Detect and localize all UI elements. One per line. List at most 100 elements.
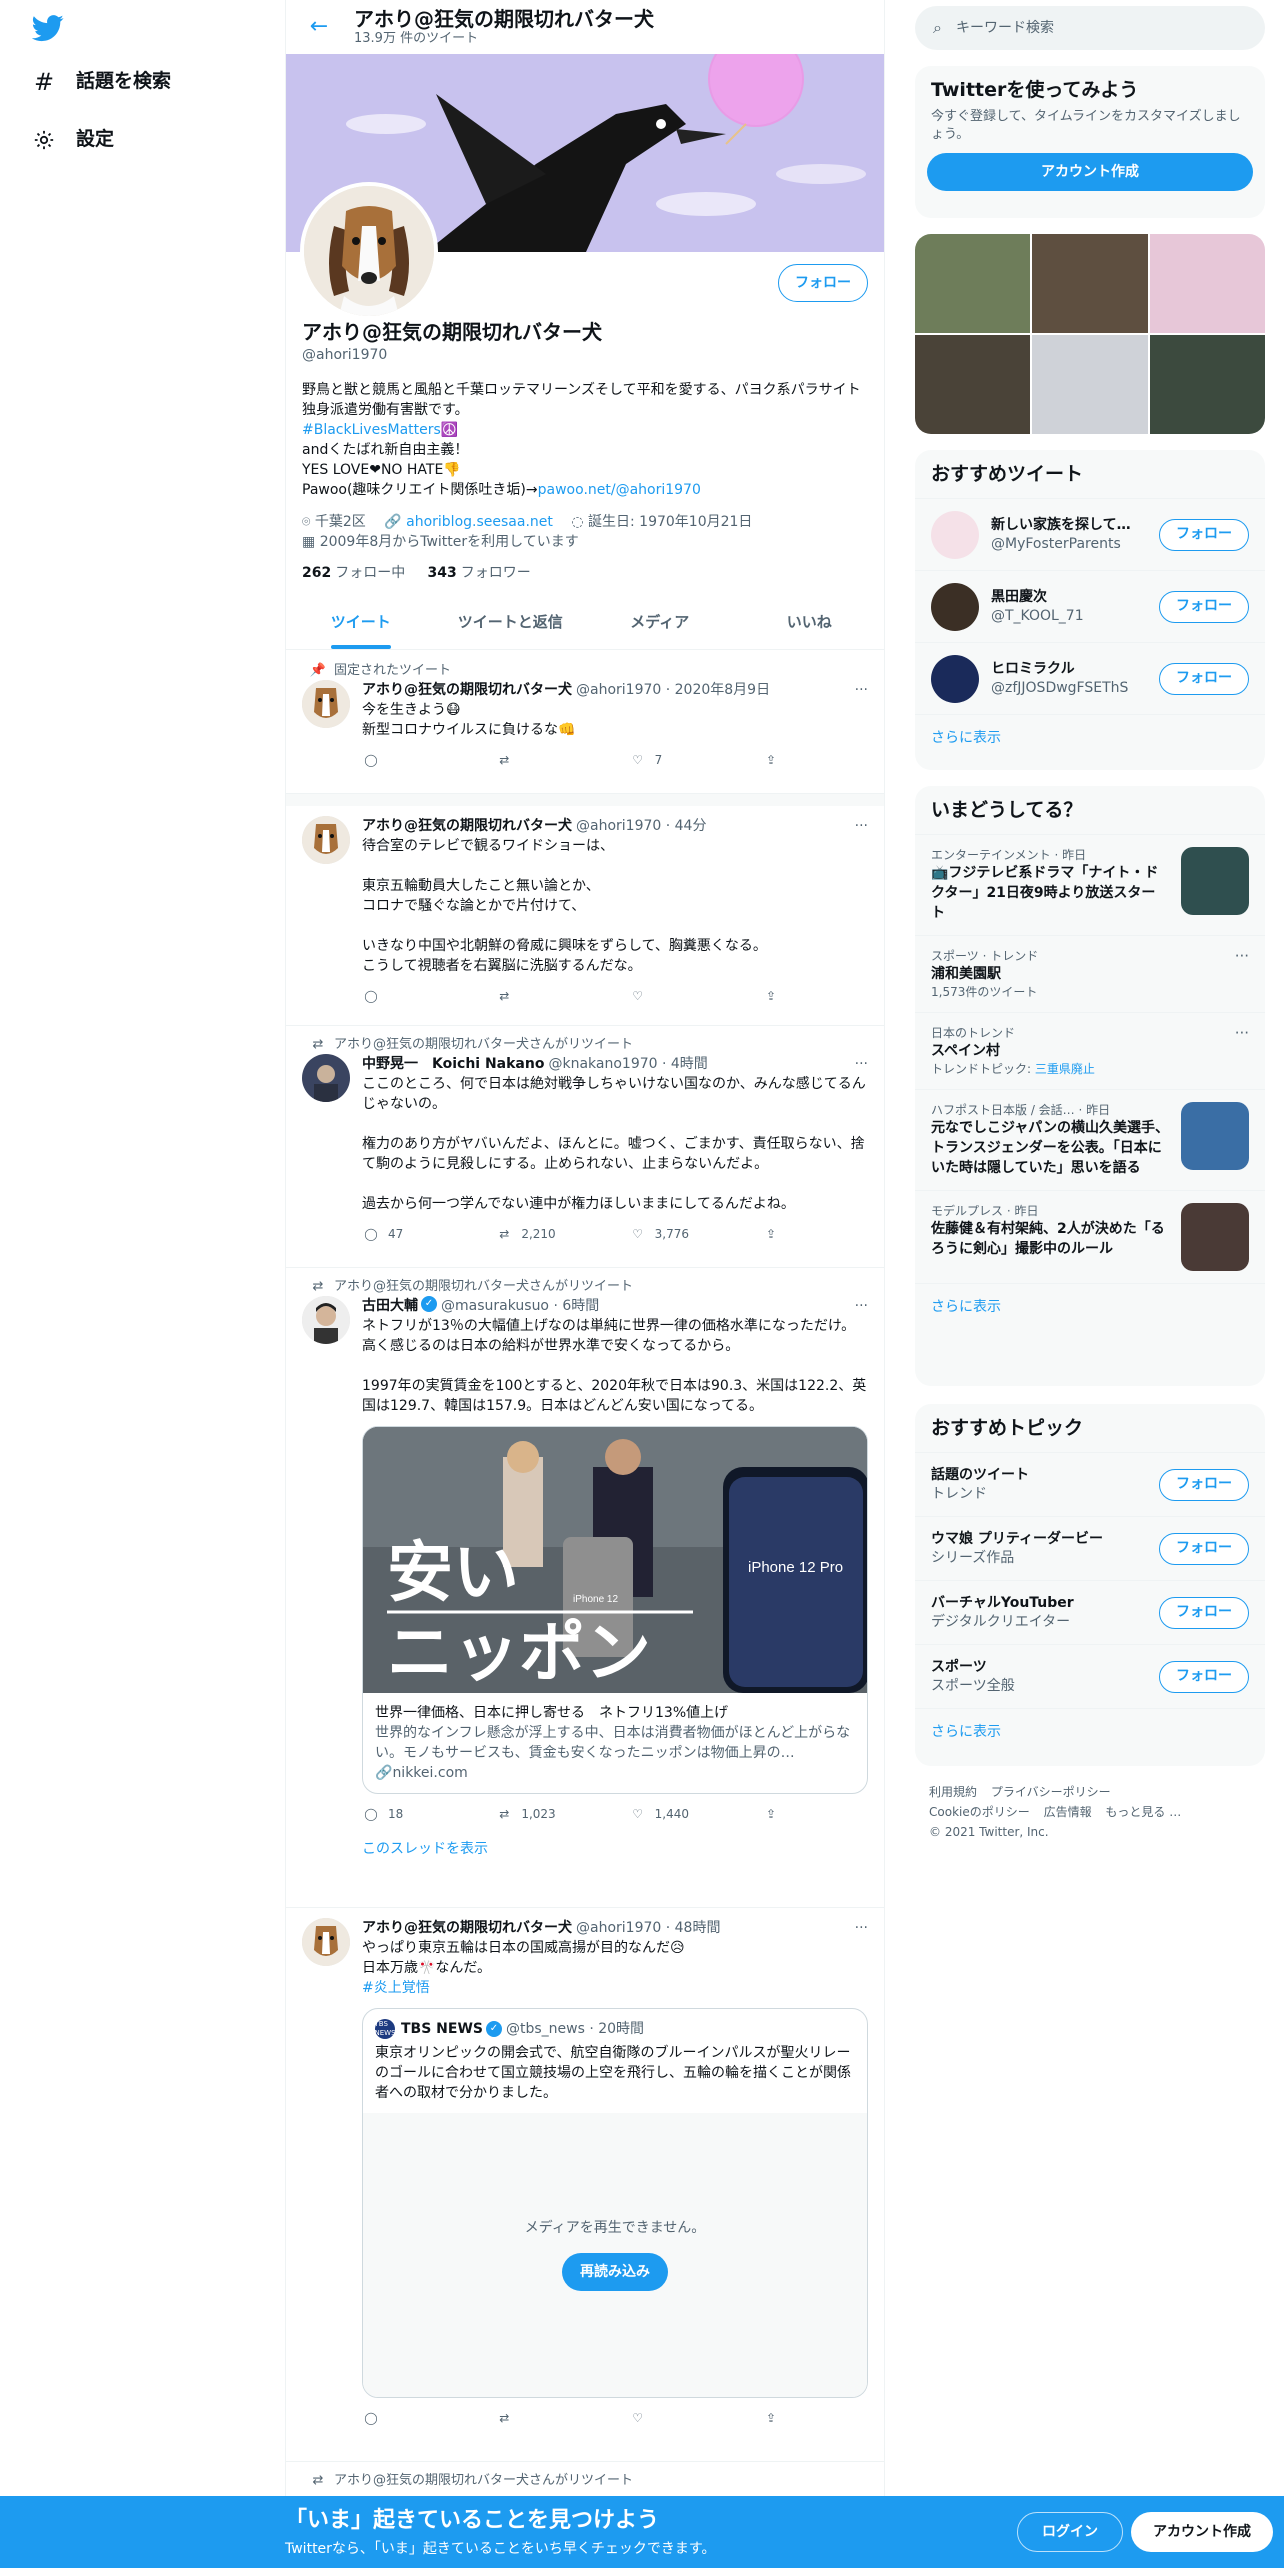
profile-website-link[interactable]: ahoriblog.seesaa.net bbox=[406, 514, 553, 530]
recommended-account[interactable]: 新しい家族を探して… @MyFosterParents フォロー bbox=[915, 498, 1265, 570]
tweet-meta[interactable]: @masurakusuo · 6時間 bbox=[441, 1296, 599, 1316]
nav-settings[interactable]: 設定 bbox=[32, 120, 114, 160]
tweet-retweeted[interactable]: ⇄ アホり@狂気の期限切れバター犬さんがリツイート 中野晃一 Koichi Nak… bbox=[286, 1026, 884, 1268]
tweet[interactable]: アホり@狂気の期限切れバター犬 @ahori1970 · 44分 ··· 待合室のテ… bbox=[286, 806, 884, 1026]
search-box[interactable]: ⌕ キーワード検索 bbox=[915, 6, 1265, 50]
follow-button[interactable]: フォロー bbox=[1159, 1596, 1249, 1629]
like-button[interactable]: ♡ 7 bbox=[629, 751, 729, 769]
signup-button[interactable]: アカウント作成 bbox=[927, 153, 1253, 192]
tweet-author-name[interactable]: 中野晃一 Koichi Nakano bbox=[362, 1054, 544, 1074]
follow-button[interactable]: フォロー bbox=[1159, 590, 1249, 623]
follow-button[interactable]: フォロー bbox=[1159, 1532, 1249, 1565]
follow-button[interactable]: フォロー bbox=[1159, 1660, 1249, 1693]
recommended-account[interactable]: 黒田慶次 @T_KOOL_71 フォロー bbox=[915, 570, 1265, 642]
tab-tweets-replies[interactable]: ツイートと返信 bbox=[436, 596, 586, 649]
show-more-link[interactable]: さらに表示 bbox=[915, 714, 1265, 762]
reply-button[interactable]: ◯ 18 bbox=[362, 1805, 462, 1823]
trend-topic-link[interactable]: 三重県廃止 bbox=[1035, 1062, 1095, 1076]
following-link[interactable]: 262 フォロー中 bbox=[302, 565, 405, 581]
profile-follow-button[interactable]: フォロー bbox=[778, 264, 868, 302]
tweet-author-name[interactable]: 古田大輔 bbox=[362, 1296, 418, 1316]
trend-item[interactable]: 日本のトレンド スペイン村 トレンドトピック: 三重県廃止 ··· bbox=[915, 1012, 1265, 1089]
retweet-button[interactable]: ⇄ bbox=[495, 2409, 595, 2427]
more-icon[interactable]: ··· bbox=[855, 680, 868, 700]
tweet-avatar[interactable] bbox=[302, 1296, 350, 1344]
followers-link[interactable]: 343 フォロワー bbox=[428, 565, 531, 581]
nav-explore[interactable]: # 話題を検索 bbox=[32, 62, 171, 102]
media-thumb[interactable] bbox=[1149, 234, 1265, 333]
footer-cookie-link[interactable]: Cookieのポリシー bbox=[929, 1805, 1030, 1819]
tweet-hashtag[interactable]: #炎上覚悟 bbox=[362, 1978, 868, 1998]
reply-button[interactable]: ◯ bbox=[362, 2409, 462, 2427]
share-button[interactable]: ⇪ bbox=[762, 2409, 792, 2427]
tweet-avatar[interactable] bbox=[302, 1918, 350, 1966]
trend-item[interactable]: エンターテインメント · 昨日 📺フジテレビ系ドラマ「ナイト・ドクター」21日夜9… bbox=[915, 834, 1265, 935]
trend-item[interactable]: モデルプレス · 昨日 佐藤健＆有村架純、2人が決めた「るろうに剣心」撮影中のルー… bbox=[915, 1190, 1265, 1283]
tweet-avatar[interactable] bbox=[302, 816, 350, 864]
recommended-account[interactable]: ヒロミラクル @zfJJOSDwgFSEThS フォロー bbox=[915, 642, 1265, 714]
follow-button[interactable]: フォロー bbox=[1159, 518, 1249, 551]
like-button[interactable]: ♡ 1,440 bbox=[629, 1805, 729, 1823]
reply-button[interactable]: ◯ bbox=[362, 751, 462, 769]
share-button[interactable]: ⇪ bbox=[762, 1805, 792, 1823]
show-more-link[interactable]: さらに表示 bbox=[915, 1708, 1265, 1756]
bio-hashtag[interactable]: #BlackLivesMatters☮️ bbox=[302, 420, 868, 440]
profile-avatar[interactable] bbox=[300, 182, 438, 320]
topic-item[interactable]: バーチャルYouTuber デジタルクリエイター フォロー bbox=[915, 1580, 1265, 1644]
footer-terms-link[interactable]: 利用規約 bbox=[929, 1785, 977, 1799]
share-button[interactable]: ⇪ bbox=[762, 751, 792, 769]
footer-more-link[interactable]: もっと見る … bbox=[1105, 1805, 1181, 1819]
retweet-button[interactable]: ⇄ bbox=[495, 751, 595, 769]
tweet-pinned[interactable]: 📌 固定されたツイート アホり@狂気の期限切れバター犬 @ahori1970 · 2… bbox=[286, 652, 884, 794]
retweet-button[interactable]: ⇄ 1,023 bbox=[495, 1805, 595, 1823]
tweet-meta[interactable]: @knakano1970 · 4時間 bbox=[548, 1054, 707, 1074]
like-button[interactable]: ♡ 3,776 bbox=[629, 1225, 729, 1243]
retweet-button[interactable]: ⇄ 2,210 bbox=[495, 1225, 595, 1243]
quote-tweet[interactable]: TBS NEWS TBS NEWS ✓ @tbs_news · 20時間 東京オ… bbox=[362, 2008, 868, 2398]
follow-button[interactable]: フォロー bbox=[1159, 662, 1249, 695]
more-icon[interactable]: ··· bbox=[855, 1296, 868, 1316]
follow-button[interactable]: フォロー bbox=[1159, 1468, 1249, 1501]
tweet-author-name[interactable]: アホり@狂気の期限切れバター犬 bbox=[362, 680, 572, 700]
tweet-meta[interactable]: @ahori1970 · 2020年8月9日 bbox=[576, 680, 770, 700]
reply-button[interactable]: ◯ 47 bbox=[362, 1225, 462, 1243]
footer-ads-link[interactable]: 広告情報 bbox=[1044, 1805, 1092, 1819]
topic-item[interactable]: ウマ娘 プリティーダービー シリーズ作品 フォロー bbox=[915, 1516, 1265, 1580]
tweet-author-name[interactable]: アホり@狂気の期限切れバター犬 bbox=[362, 816, 572, 836]
more-icon[interactable]: ··· bbox=[1235, 946, 1249, 966]
signup-button-bottom[interactable]: アカウント作成 bbox=[1131, 2512, 1273, 2552]
tweet-meta[interactable]: @ahori1970 · 44分 bbox=[576, 816, 706, 836]
topic-item[interactable]: 話題のツイート トレンド フォロー bbox=[915, 1452, 1265, 1516]
more-icon[interactable]: ··· bbox=[855, 816, 868, 836]
media-thumb[interactable] bbox=[1032, 234, 1148, 333]
tweet-author-name[interactable]: アホり@狂気の期限切れバター犬 bbox=[362, 1918, 572, 1938]
share-button[interactable]: ⇪ bbox=[762, 1225, 792, 1243]
reload-button[interactable]: 再読み込み bbox=[562, 2253, 668, 2292]
tweet-avatar[interactable] bbox=[302, 680, 350, 728]
bio-pawoo-link[interactable]: pawoo.net/@ahori1970 bbox=[538, 482, 701, 498]
tweet-meta[interactable]: @ahori1970 · 48時間 bbox=[576, 1918, 720, 1938]
tweet[interactable]: アホり@狂気の期限切れバター犬 @ahori1970 · 48時間 ··· やっぱり… bbox=[286, 1908, 884, 2462]
topic-item[interactable]: スポーツ スポーツ全般 フォロー bbox=[915, 1644, 1265, 1708]
like-button[interactable]: ♡ bbox=[629, 2409, 729, 2427]
link-card[interactable]: iPhone 12 Pro iPhone 12 安い ニッポン 世界一律価格、日… bbox=[362, 1426, 868, 1794]
more-icon[interactable]: ··· bbox=[855, 1918, 868, 1938]
media-thumb[interactable] bbox=[1032, 335, 1148, 434]
media-thumb[interactable] bbox=[915, 234, 1031, 333]
show-thread-link[interactable]: このスレッドを表示 bbox=[362, 1834, 868, 1873]
show-more-link[interactable]: さらに表示 bbox=[915, 1283, 1265, 1331]
twitter-logo-icon[interactable] bbox=[31, 12, 64, 44]
more-icon[interactable]: ··· bbox=[1235, 1023, 1249, 1043]
more-icon[interactable]: ··· bbox=[855, 1054, 868, 1074]
tab-tweets[interactable]: ツイート bbox=[286, 596, 436, 649]
tab-likes[interactable]: いいね bbox=[735, 596, 885, 649]
retweet-button[interactable]: ⇄ bbox=[495, 987, 595, 1005]
login-button[interactable]: ログイン bbox=[1017, 2512, 1123, 2552]
tab-media[interactable]: メディア bbox=[585, 596, 735, 649]
reply-button[interactable]: ◯ bbox=[362, 987, 462, 1005]
tweet-retweeted[interactable]: ⇄ アホり@狂気の期限切れバター犬さんがリツイート 古田大輔 ✓ @masurakus… bbox=[286, 1268, 884, 1908]
trend-item[interactable]: スポーツ · トレンド 浦和美園駅 1,573件のツイート ··· bbox=[915, 935, 1265, 1012]
tweet-avatar[interactable] bbox=[302, 1054, 350, 1102]
media-thumb[interactable] bbox=[1149, 335, 1265, 434]
like-button[interactable]: ♡ bbox=[629, 987, 729, 1005]
